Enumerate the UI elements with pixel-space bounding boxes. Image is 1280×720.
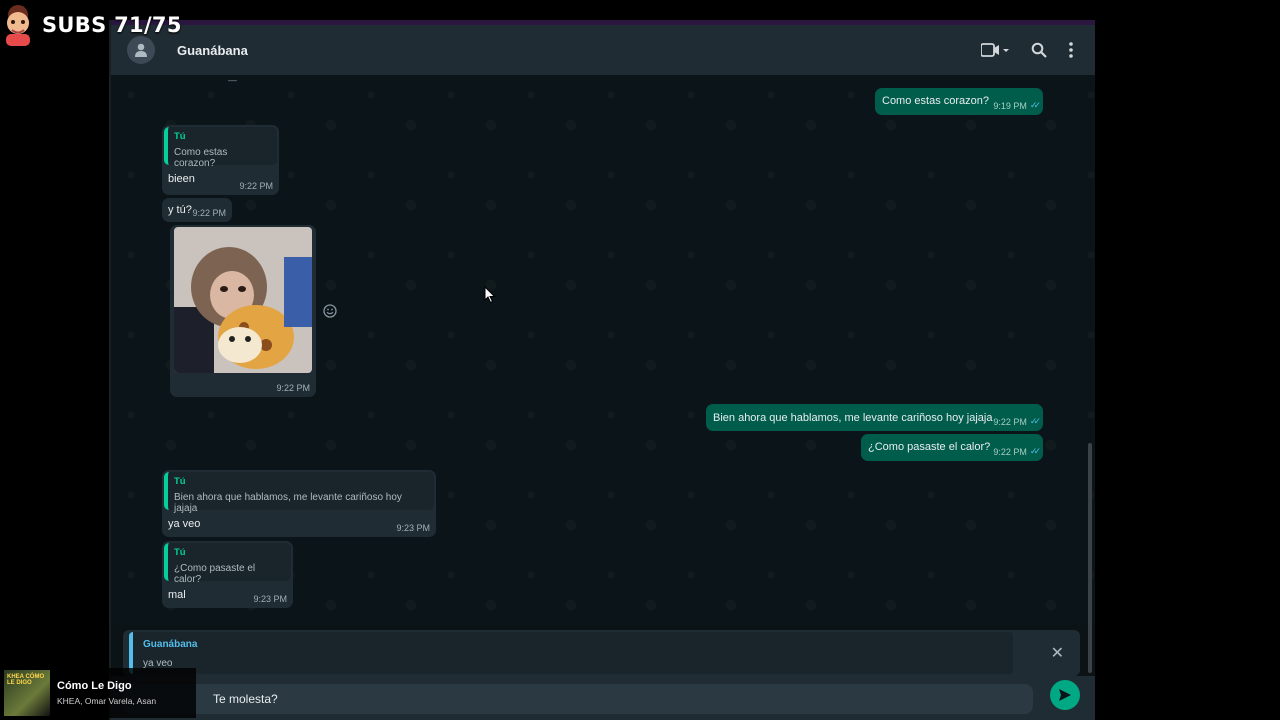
quoted-message[interactable]: Tú ¿Como pasaste el calor?: [164, 543, 291, 585]
chat-scrollbar[interactable]: [1088, 443, 1092, 673]
read-check-icon: ✓✓: [1029, 416, 1041, 426]
message-time: 9:22 PM: [192, 208, 226, 218]
reply-preview: Guanábana ya veo ✕: [123, 630, 1080, 676]
incoming-message[interactable]: Tú Bien ahora que hablamos, me levante c…: [162, 470, 436, 537]
close-icon[interactable]: ✕: [1051, 643, 1064, 663]
send-icon: [1059, 689, 1071, 701]
message-time: 9:22 PM: [276, 383, 310, 393]
outgoing-message[interactable]: ¿Como pasaste el calor? 9:22 PM ✓✓: [861, 434, 1043, 461]
search-icon: [1031, 42, 1047, 58]
monkey-photo-icon: [174, 227, 312, 373]
message-time: 9:22 PM: [993, 446, 1027, 457]
outgoing-message[interactable]: Como estas corazon? 9:19 PM ✓✓: [875, 88, 1043, 115]
outgoing-message[interactable]: Bien ahora que hablamos, me levante cari…: [706, 404, 1043, 431]
compose-bar: Te molesta?: [111, 676, 1095, 720]
message-meta: 9:22 PM ✓✓: [993, 446, 1041, 457]
quoted-text: ¿Como pasaste el calor?: [174, 563, 256, 585]
chat-header: Guanábana: [111, 25, 1095, 75]
message-meta: 9:22 PM ✓✓: [993, 416, 1041, 427]
reply-author: Guanábana: [143, 639, 198, 650]
video-call-button[interactable]: [981, 42, 1009, 58]
album-cover: KHEA CÓMO LE DIGO: [4, 670, 50, 716]
mouse-cursor-icon: [484, 286, 496, 304]
album-cover-text: KHEA CÓMO LE DIGO: [7, 674, 45, 686]
stream-overlay: SUBS 71/75: [0, 0, 182, 50]
incoming-message[interactable]: Tú ¿Como pasaste el calor? mal 9:23 PM: [162, 541, 293, 608]
message-text: Como estas corazon?: [882, 95, 989, 107]
clipped-message-fragment: —: [228, 75, 237, 85]
emoji-icon: [323, 304, 337, 318]
message-meta: 9:19 PM ✓✓: [993, 100, 1041, 111]
quoted-text: Bien ahora que hablamos, me levante cari…: [174, 492, 402, 514]
reply-quote: Guanábana ya veo: [129, 632, 1013, 674]
quoted-author: Tú: [174, 476, 186, 487]
image-message[interactable]: 9:22 PM: [170, 225, 316, 397]
song-title: Cómo Le Digo: [57, 680, 132, 692]
read-check-icon: ✓✓: [1029, 100, 1041, 110]
menu-button[interactable]: [1069, 42, 1073, 58]
more-vertical-icon: [1069, 42, 1073, 58]
incoming-message[interactable]: y tú? 9:22 PM: [162, 198, 232, 222]
quoted-author: Tú: [174, 131, 186, 142]
message-list[interactable]: — Como estas corazon? 9:19 PM ✓✓ Tú Como …: [111, 75, 1095, 673]
message-time: 9:22 PM: [993, 416, 1027, 427]
message-text: y tú?: [168, 204, 192, 216]
read-check-icon: ✓✓: [1029, 446, 1041, 456]
message-time: 9:19 PM: [993, 100, 1027, 111]
incoming-message[interactable]: Tú Como estas corazon? bieen 9:22 PM: [162, 125, 279, 195]
message-time: 9:22 PM: [239, 181, 273, 191]
message-text: ¿Como pasaste el calor?: [868, 441, 991, 453]
message-input[interactable]: Te molesta?: [123, 684, 1033, 714]
now-playing-widget: KHEA CÓMO LE DIGO Cómo Le Digo KHEA, Oma…: [0, 668, 196, 718]
song-artist: KHEA, Omar Varela, Asan: [57, 696, 157, 706]
subs-counter: SUBS 71/75: [42, 13, 182, 37]
quoted-message[interactable]: Tú Bien ahora que hablamos, me levante c…: [164, 472, 434, 514]
message-time: 9:23 PM: [396, 523, 430, 533]
search-button[interactable]: [1031, 42, 1047, 58]
react-button[interactable]: [323, 304, 337, 323]
message-text: mal: [168, 589, 186, 601]
quoted-text: Como estas corazon?: [174, 147, 228, 169]
message-text: ya veo: [168, 518, 201, 530]
contact-name[interactable]: Guanábana: [177, 43, 248, 58]
message-text: bieen: [168, 173, 195, 185]
message-text: Bien ahora que hablamos, me levante cari…: [713, 412, 993, 424]
whatsapp-window: Guanábana — Como estas corazon? 9:19 PM …: [109, 20, 1095, 720]
message-time: 9:23 PM: [253, 594, 287, 604]
send-button[interactable]: [1050, 680, 1080, 710]
quoted-author: Tú: [174, 547, 186, 558]
video-camera-icon: [981, 43, 1009, 57]
streamer-avatar-icon: [0, 3, 36, 47]
quoted-message[interactable]: Tú Como estas corazon?: [164, 127, 277, 169]
